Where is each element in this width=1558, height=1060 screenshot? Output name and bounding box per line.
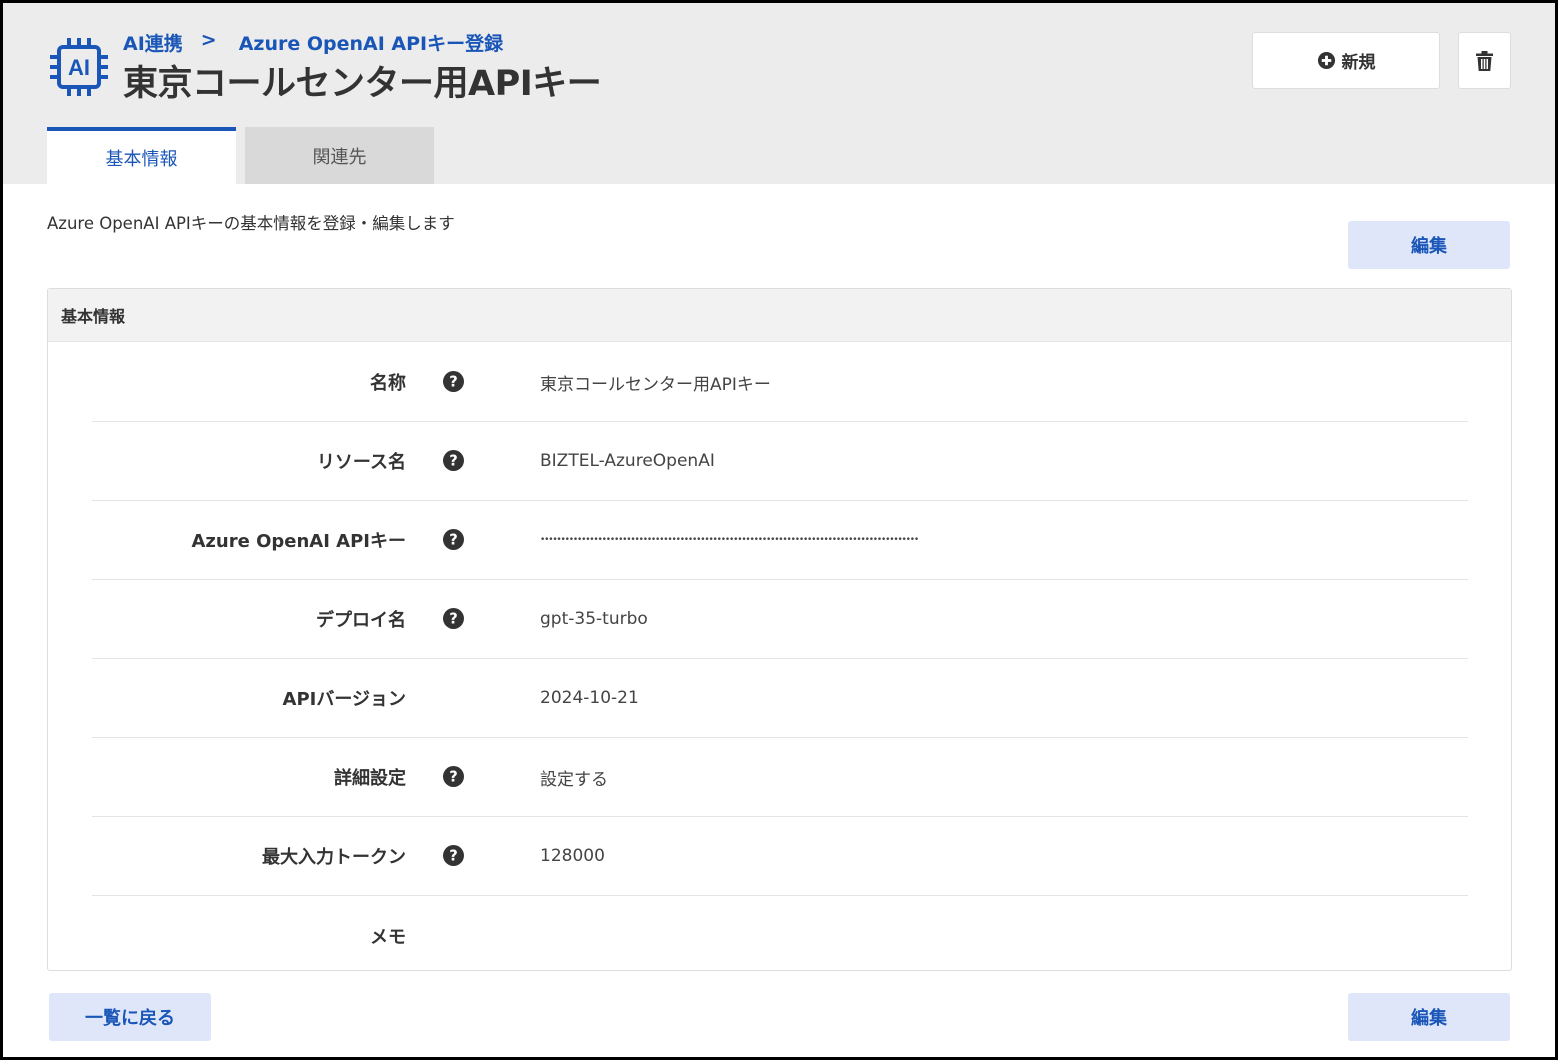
back-to-list-button[interactable]: 一覧に戻る (49, 993, 211, 1041)
question-circle-icon[interactable]: ? (443, 371, 464, 392)
basic-info-panel: 基本情報 名称 ? 東京コールセンター用APIキー リソース名 ? BIZTEL… (47, 288, 1512, 971)
field-label: 詳細設定 (334, 768, 406, 789)
field-label: Azure OpenAI APIキー (191, 531, 407, 552)
page-description: Azure OpenAI APIキーの基本情報を登録・編集します (47, 214, 455, 233)
field-value: BIZTEL-AzureOpenAI (540, 451, 715, 471)
svg-text:?: ? (449, 453, 458, 470)
question-circle-icon[interactable]: ? (443, 529, 464, 550)
field-value: 東京コールセンター用APIキー (540, 374, 771, 395)
breadcrumb: AI連携 > Azure OpenAI APIキー登録 (123, 29, 503, 56)
tab-basic-info[interactable]: 基本情報 (47, 127, 236, 184)
question-circle-icon[interactable]: ? (443, 608, 464, 629)
svg-text:?: ? (449, 848, 458, 865)
field-row-deploy-name: デプロイ名 ? gpt-35-turbo (92, 580, 1468, 659)
field-label: メモ (370, 926, 406, 948)
field-value-masked: ••••••••••••••••••••••••••••••••••••••••… (540, 535, 919, 545)
field-value: 2024-10-21 (540, 688, 639, 708)
question-circle-icon[interactable]: ? (443, 766, 464, 787)
field-row-memo: メモ (92, 896, 1468, 975)
field-row-name: 名称 ? 東京コールセンター用APIキー (92, 343, 1468, 422)
field-label: APIバージョン (282, 689, 406, 710)
delete-button[interactable] (1458, 32, 1511, 89)
field-label: デプロイ名 (316, 610, 406, 631)
new-button-label: 新規 (1341, 53, 1376, 73)
field-value: 128000 (540, 846, 605, 866)
field-row-advanced-settings: 詳細設定 ? 設定する (92, 738, 1468, 817)
edit-button-bottom[interactable]: 編集 (1348, 993, 1510, 1041)
breadcrumb-parent-link[interactable]: AI連携 (123, 29, 183, 56)
edit-button-top[interactable]: 編集 (1348, 221, 1510, 269)
field-label: リソース名 (316, 452, 406, 473)
field-label: 名称 (370, 373, 406, 394)
question-circle-icon[interactable]: ? (443, 845, 464, 866)
panel-title: 基本情報 (48, 289, 1511, 342)
field-value: 設定する (540, 769, 608, 790)
trash-icon (1476, 50, 1493, 71)
question-circle-icon[interactable]: ? (443, 450, 464, 471)
breadcrumb-current-link[interactable]: Azure OpenAI APIキー登録 (239, 29, 503, 56)
svg-text:?: ? (449, 611, 458, 628)
field-row-api-version: APIバージョン 2024-10-21 (92, 659, 1468, 738)
page-frame: AI AI連携 > Azure OpenAI APIキー登録 東京コールセンター… (3, 3, 1555, 1057)
page-header: AI AI連携 > Azure OpenAI APIキー登録 東京コールセンター… (3, 3, 1555, 184)
field-row-resource-name: リソース名 ? BIZTEL-AzureOpenAI (92, 422, 1468, 501)
svg-text:?: ? (449, 532, 458, 549)
field-row-api-key: Azure OpenAI APIキー ? •••••••••••••••••••… (92, 501, 1468, 580)
svg-text:?: ? (449, 374, 458, 391)
ai-chip-icon: AI (50, 38, 108, 96)
field-label: 最大入力トークン (262, 847, 406, 868)
tab-related[interactable]: 関連先 (245, 127, 434, 184)
field-row-max-input-tokens: 最大入力トークン ? 128000 (92, 817, 1468, 896)
breadcrumb-separator: > (200, 29, 217, 51)
field-value: gpt-35-turbo (540, 609, 648, 629)
new-button[interactable]: 新規 (1252, 32, 1440, 89)
svg-text:?: ? (449, 769, 458, 786)
plus-circle-icon (1317, 51, 1335, 70)
logo-text: AI (68, 55, 90, 80)
page-title: 東京コールセンター用APIキー (123, 64, 602, 104)
